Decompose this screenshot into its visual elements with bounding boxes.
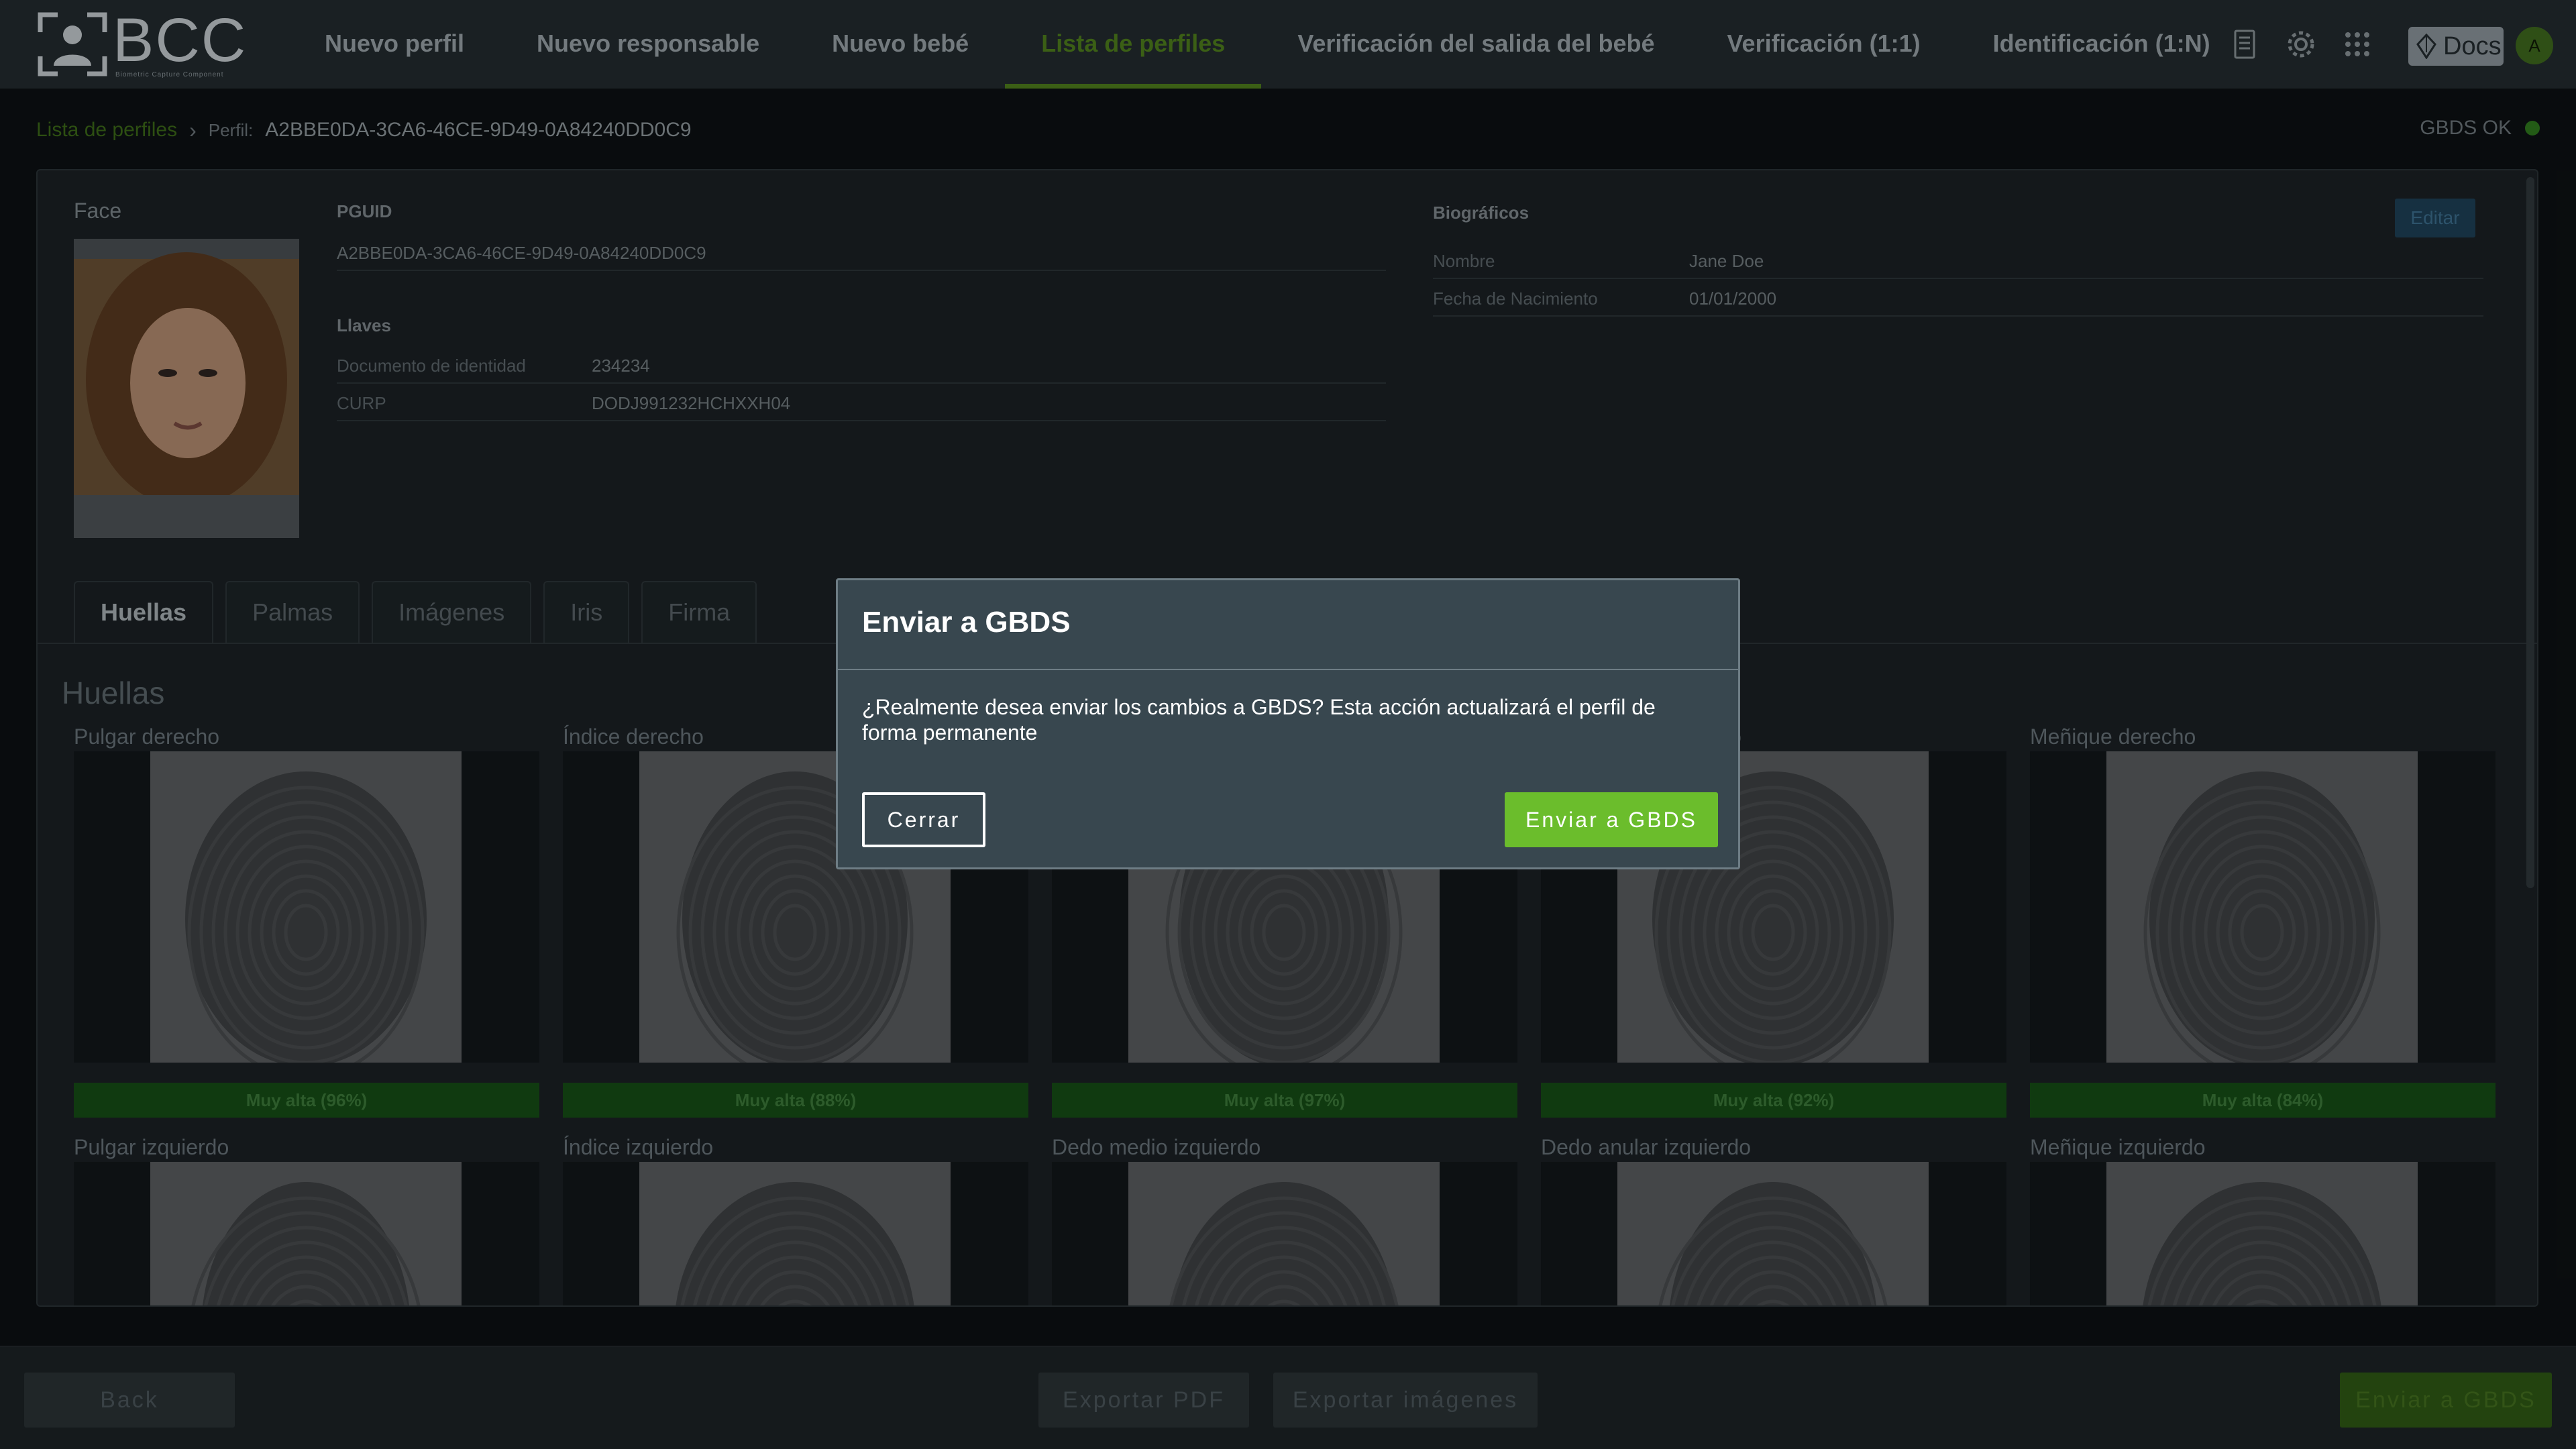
dialog-divider (838, 669, 1738, 670)
confirm-send-button[interactable]: Enviar a GBDS (1505, 792, 1718, 847)
send-gbds-dialog: Enviar a GBDS ¿Realmente desea enviar lo… (836, 578, 1740, 869)
dialog-title: Enviar a GBDS (862, 606, 1071, 639)
close-button[interactable]: Cerrar (862, 792, 985, 847)
dialog-message: ¿Realmente desea enviar los cambios a GB… (862, 695, 1656, 745)
